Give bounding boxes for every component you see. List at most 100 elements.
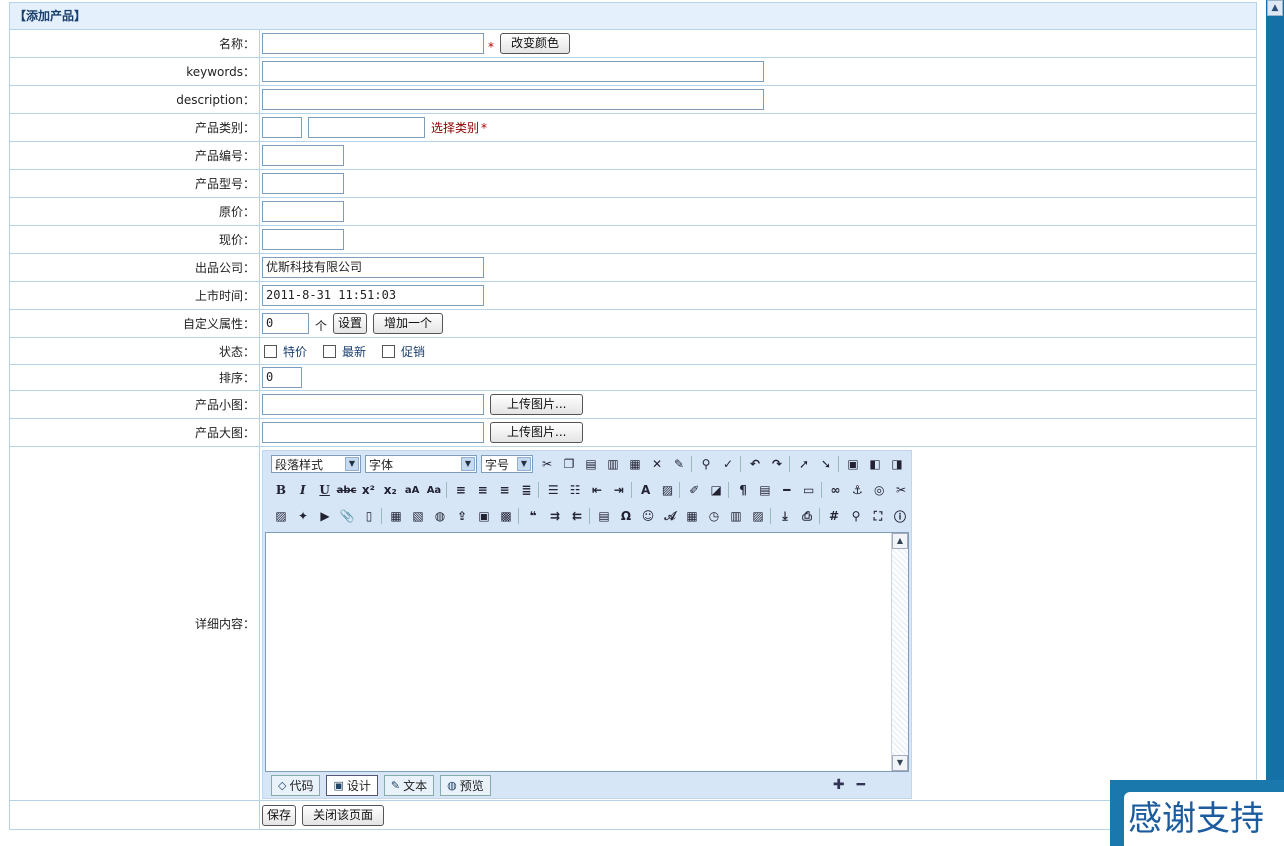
insert-quote-icon[interactable]: ❝ xyxy=(523,506,543,526)
save-button[interactable]: 保存 xyxy=(262,804,297,826)
remote-image-icon[interactable]: ▨ xyxy=(748,506,768,526)
special-checkbox[interactable] xyxy=(264,344,277,358)
mode-preview-tab[interactable]: ◍ 预览 xyxy=(440,775,491,796)
insert-code-icon[interactable]: ▤ xyxy=(594,506,614,526)
keywords-input[interactable] xyxy=(262,61,764,82)
format-brush-icon[interactable]: ✐ xyxy=(684,480,704,500)
new-checkbox[interactable] xyxy=(323,344,337,358)
minus-icon[interactable]: ━ xyxy=(857,777,865,793)
align-justify-icon[interactable]: ≣ xyxy=(516,480,536,500)
description-input[interactable] xyxy=(262,89,764,110)
mode-text-tab[interactable]: ✎ 文本 xyxy=(383,775,435,796)
font-color-icon[interactable]: A xyxy=(636,480,656,500)
paragraph-icon[interactable]: ¶ xyxy=(733,480,753,500)
insert-time-icon[interactable]: ◷ xyxy=(704,506,724,526)
scroll-up-icon[interactable]: ▲ xyxy=(892,533,908,549)
insert-screenshot-icon[interactable]: ▣ xyxy=(474,506,494,526)
insert-flash-icon[interactable]: ✦ xyxy=(293,506,313,526)
editor-content-area[interactable]: ▲ ▼ xyxy=(265,532,909,772)
background-color-icon[interactable]: ▨ xyxy=(658,480,678,500)
redo-icon[interactable]: ↷ xyxy=(767,454,787,474)
map-icon[interactable]: ◎ xyxy=(869,480,889,500)
set-attr-button[interactable]: 设置 xyxy=(333,313,368,334)
art-text-icon[interactable]: 𝒜 xyxy=(660,506,680,526)
italic-icon[interactable]: I xyxy=(293,480,313,500)
paste-text-icon[interactable]: ▥ xyxy=(603,454,623,474)
current-price-input[interactable] xyxy=(262,229,344,250)
name-input[interactable] xyxy=(262,33,484,54)
absolute-position-icon[interactable]: ▣ xyxy=(843,454,863,474)
special-char-icon[interactable]: Ω xyxy=(616,506,636,526)
link-icon[interactable]: ∞ xyxy=(826,480,846,500)
copy-icon[interactable]: ❐ xyxy=(559,454,579,474)
status-option-promo[interactable]: 促销 xyxy=(382,343,425,360)
insert-table-icon[interactable]: ▦ xyxy=(386,506,406,526)
emoticon-icon[interactable]: ☺ xyxy=(638,506,658,526)
mode-code-tab[interactable]: ◇ 代码 xyxy=(271,775,321,796)
text-direction-ltr-icon[interactable]: ⇉ xyxy=(545,506,565,526)
superscript-icon[interactable]: x² xyxy=(358,480,378,500)
delete-icon[interactable]: ✕ xyxy=(647,454,667,474)
cut-icon[interactable]: ✂ xyxy=(537,454,557,474)
status-option-new[interactable]: 最新 xyxy=(323,343,366,360)
indent-icon[interactable]: ⇥ xyxy=(609,480,629,500)
align-right-icon[interactable]: ≡ xyxy=(495,480,515,500)
subscript-icon[interactable]: x₂ xyxy=(380,480,400,500)
insert-date-icon[interactable]: ▦ xyxy=(682,506,702,526)
scroll-down-icon[interactable]: ▼ xyxy=(892,755,908,771)
uppercase-icon[interactable]: Aa xyxy=(424,480,444,500)
promo-checkbox[interactable] xyxy=(382,344,396,358)
original-price-input[interactable] xyxy=(262,201,344,222)
insert-frame-icon[interactable]: ▧ xyxy=(408,506,428,526)
insert-form-icon[interactable]: ▤ xyxy=(755,480,775,500)
scroll-up-icon[interactable]: ▲ xyxy=(1267,0,1283,16)
paste-word-icon[interactable]: ▦ xyxy=(625,454,645,474)
large-image-input[interactable] xyxy=(262,422,484,443)
release-time-input[interactable]: 2011-8-31 11:51:03 xyxy=(262,285,484,306)
upload-icon[interactable]: ⇪ xyxy=(452,506,472,526)
show-borders-icon[interactable]: # xyxy=(824,506,844,526)
unselect-icon[interactable]: ➘ xyxy=(816,454,836,474)
category-name-input[interactable] xyxy=(308,117,425,138)
insert-image-icon[interactable]: ▨ xyxy=(271,506,291,526)
model-no-input[interactable] xyxy=(262,173,344,194)
insert-media-icon[interactable]: ▶ xyxy=(315,506,335,526)
web-icon[interactable]: ◍ xyxy=(430,506,450,526)
upload-small-image-button[interactable]: 上传图片... xyxy=(490,394,584,415)
align-left-icon[interactable]: ≡ xyxy=(451,480,471,500)
underline-icon[interactable]: U xyxy=(315,480,335,500)
select-all-icon[interactable]: ➚ xyxy=(794,454,814,474)
add-attr-button[interactable]: 增加一个 xyxy=(373,313,444,334)
insert-gallery-icon[interactable]: ▩ xyxy=(496,506,516,526)
lowercase-icon[interactable]: aA xyxy=(402,480,422,500)
bold-icon[interactable]: B xyxy=(271,480,291,500)
spellcheck-icon[interactable]: ✓ xyxy=(718,454,738,474)
status-option-special[interactable]: 特价 xyxy=(264,343,307,360)
strikethrough-icon[interactable]: abc xyxy=(337,480,357,500)
mode-design-tab[interactable]: ▣ 设计 xyxy=(326,775,378,796)
product-no-input[interactable] xyxy=(262,145,344,166)
change-color-button[interactable]: 改变颜色 xyxy=(500,33,571,54)
horizontal-rule-icon[interactable]: ━ xyxy=(777,480,797,500)
sort-input[interactable]: 0 xyxy=(262,367,302,388)
undo-icon[interactable]: ↶ xyxy=(745,454,765,474)
insert-file-icon[interactable]: ▯ xyxy=(359,506,379,526)
company-input[interactable]: 优斯科技有限公司 xyxy=(262,257,484,278)
outdent-icon[interactable]: ⇤ xyxy=(587,480,607,500)
find-icon[interactable]: ⚲ xyxy=(696,454,716,474)
bring-forward-icon[interactable]: ◧ xyxy=(865,454,885,474)
small-image-input[interactable] xyxy=(262,394,484,415)
text-direction-rtl-icon[interactable]: ⇇ xyxy=(567,506,587,526)
paragraph-style-select[interactable]: 段落样式 ▼ xyxy=(271,455,361,473)
anchor-icon[interactable]: ⚓ xyxy=(847,480,867,500)
category-id-input[interactable] xyxy=(262,117,302,138)
align-center-icon[interactable]: ≡ xyxy=(473,480,493,500)
font-size-select[interactable]: 字号 ▼ xyxy=(481,455,533,473)
ordered-list-icon[interactable]: ☰ xyxy=(543,480,563,500)
print-icon[interactable]: ⎙ xyxy=(797,506,817,526)
editor-scrollbar[interactable]: ▲ ▼ xyxy=(891,533,908,771)
about-icon[interactable]: ⓘ xyxy=(890,506,910,526)
send-backward-icon[interactable]: ◨ xyxy=(887,454,907,474)
page-break-icon[interactable]: ⤓ xyxy=(775,506,795,526)
unordered-list-icon[interactable]: ☷ xyxy=(565,480,585,500)
